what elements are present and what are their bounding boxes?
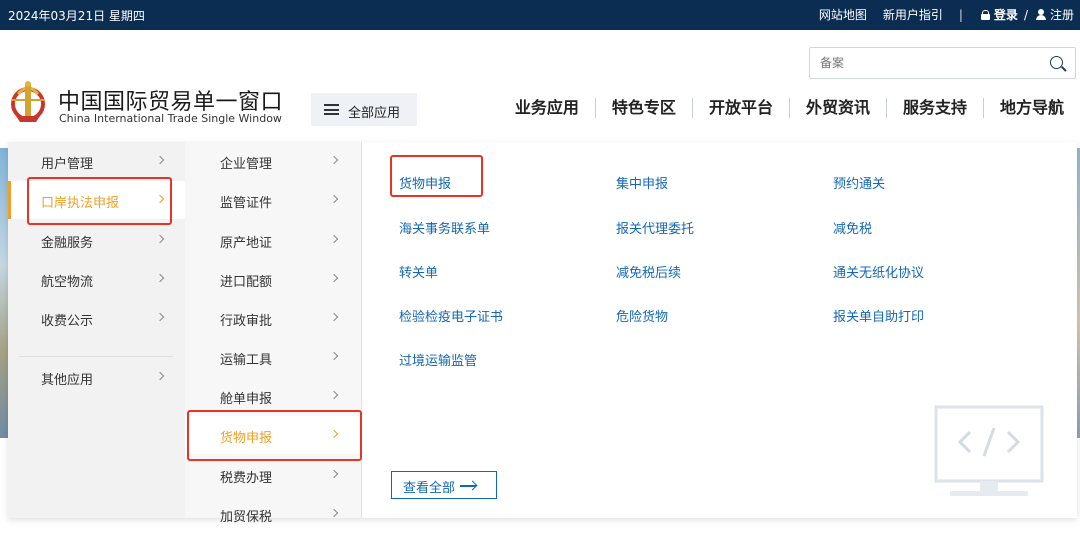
subcategory-certificate-of-origin[interactable]: 原产地证 bbox=[185, 221, 362, 259]
subcategory-column: 企业管理 监管证件 原产地证 进口配额 行政审批 运输工具 舱单申报 货物申报 … bbox=[185, 142, 362, 525]
subcategory-label: 监管证件 bbox=[220, 196, 273, 211]
link-tax-reduction-followup[interactable]: 减免税后续 bbox=[616, 262, 681, 281]
subcategory-label: 舱单申报 bbox=[220, 392, 273, 407]
category-financial-services[interactable]: 金融服务 bbox=[8, 221, 185, 259]
all-apps-button[interactable]: 全部应用 bbox=[311, 93, 417, 126]
subcategory-administrative-approval[interactable]: 行政审批 bbox=[185, 299, 362, 337]
subcategory-label: 运输工具 bbox=[220, 353, 273, 368]
subcategory-processing-trade-bonded[interactable]: 加贸保税 bbox=[185, 495, 362, 533]
subcategory-tax-processing[interactable]: 税费办理 bbox=[185, 456, 362, 494]
subcategory-import-quota[interactable]: 进口配额 bbox=[185, 260, 362, 298]
mega-menu: 用户管理 口岸执法申报 金融服务 航空物流 收费公示 其他应用 企业管理 监管证… bbox=[8, 142, 1077, 525]
hamburger-icon bbox=[324, 104, 339, 115]
category-label: 航空物流 bbox=[41, 275, 94, 290]
category-label: 其他应用 bbox=[41, 373, 94, 388]
subcategory-goods-declaration[interactable]: 货物申报 bbox=[185, 416, 362, 454]
main-nav: 业务应用 特色专区 开放平台 外贸资讯 服务支持 地方导航 bbox=[499, 98, 1064, 118]
login-link[interactable]: 登录 bbox=[994, 6, 1018, 23]
chevron-right-icon bbox=[155, 234, 165, 244]
category-label: 用户管理 bbox=[41, 157, 94, 172]
nav-open-platform[interactable]: 开放平台 bbox=[691, 98, 789, 118]
site-subtitle: China International Trade Single Window bbox=[59, 112, 282, 125]
search-icon[interactable] bbox=[1050, 56, 1063, 69]
nav-business-apps[interactable]: 业务应用 bbox=[499, 98, 595, 118]
link-goods-declaration[interactable]: 货物申报 bbox=[399, 173, 451, 192]
top-bar: 2024年03月21日 星期四 网站地图 新用户指引 | 登录 / 注册 bbox=[0, 0, 1080, 30]
nav-trade-news[interactable]: 外贸资讯 bbox=[788, 98, 886, 118]
top-links: 网站地图 新用户指引 | 登录 / 注册 bbox=[803, 6, 1074, 23]
subcategory-enterprise-management[interactable]: 企业管理 bbox=[185, 142, 362, 180]
user-icon bbox=[1035, 9, 1046, 20]
lock-icon bbox=[980, 9, 990, 20]
link-customs-affairs-contact[interactable]: 海关事务联系单 bbox=[399, 218, 490, 237]
category-user-management[interactable]: 用户管理 bbox=[8, 142, 185, 180]
link-self-print-declaration[interactable]: 报关单自助打印 bbox=[833, 306, 924, 325]
top-separator: | bbox=[958, 7, 963, 22]
register-link[interactable]: 注册 bbox=[1050, 6, 1074, 23]
chevron-right-icon bbox=[155, 194, 165, 204]
arrow-right-icon bbox=[460, 485, 476, 487]
subcategory-transport-vehicles[interactable]: 运输工具 bbox=[185, 338, 362, 376]
chevron-right-icon bbox=[329, 155, 339, 165]
link-tax-reduction[interactable]: 减免税 bbox=[833, 218, 872, 237]
link-paperless-agreement[interactable]: 通关无纸化协议 bbox=[833, 262, 924, 281]
category-label: 口岸执法申报 bbox=[41, 196, 120, 211]
chevron-right-icon bbox=[329, 429, 339, 439]
nav-local-navigation[interactable]: 地方导航 bbox=[982, 98, 1064, 118]
chevron-right-icon bbox=[329, 390, 339, 400]
category-divider bbox=[18, 356, 173, 357]
search-box bbox=[809, 47, 1076, 79]
subcategory-label: 行政审批 bbox=[220, 314, 273, 329]
chevron-right-icon bbox=[329, 234, 339, 244]
link-inspection-e-certificate[interactable]: 检验检疫电子证书 bbox=[399, 306, 503, 325]
all-apps-label: 全部应用 bbox=[348, 106, 401, 121]
new-user-guide-link[interactable]: 新用户指引 bbox=[883, 6, 943, 23]
category-air-logistics[interactable]: 航空物流 bbox=[8, 260, 185, 298]
link-dangerous-goods[interactable]: 危险货物 bbox=[616, 306, 668, 325]
chevron-right-icon bbox=[155, 273, 165, 283]
search-input[interactable] bbox=[810, 48, 1030, 78]
chevron-right-icon bbox=[329, 469, 339, 479]
background-banner-left bbox=[0, 148, 8, 438]
login-register-slash: / bbox=[1023, 7, 1028, 22]
view-all-label: 查看全部 bbox=[403, 481, 456, 496]
subcategory-label: 加贸保税 bbox=[220, 510, 273, 525]
subcategory-label: 货物申报 bbox=[220, 431, 273, 446]
sitemap-link[interactable]: 网站地图 bbox=[819, 6, 867, 23]
customs-emblem-logo[interactable] bbox=[8, 78, 48, 128]
chevron-right-icon bbox=[329, 508, 339, 518]
category-port-law-enforcement[interactable]: 口岸执法申报 bbox=[8, 181, 185, 219]
link-transit-transport-supervision[interactable]: 过境运输监管 bbox=[399, 350, 477, 369]
category-other-apps[interactable]: 其他应用 bbox=[8, 358, 185, 396]
code-illustration-icon bbox=[934, 405, 1044, 496]
chevron-right-icon bbox=[329, 312, 339, 322]
link-appointment-clearance[interactable]: 预约通关 bbox=[833, 173, 885, 192]
category-label: 金融服务 bbox=[41, 236, 94, 251]
subcategory-manifest-declaration[interactable]: 舱单申报 bbox=[185, 377, 362, 415]
chevron-right-icon bbox=[329, 351, 339, 361]
chevron-right-icon bbox=[155, 312, 165, 322]
chevron-right-icon bbox=[329, 194, 339, 204]
category-label: 收费公示 bbox=[41, 314, 94, 329]
current-date: 2024年03月21日 星期四 bbox=[8, 9, 145, 23]
subcategory-label: 原产地证 bbox=[220, 236, 273, 251]
chevron-right-icon bbox=[155, 155, 165, 165]
category-column: 用户管理 口岸执法申报 金融服务 航空物流 收费公示 其他应用 bbox=[8, 142, 185, 518]
link-customs-agency-entrust[interactable]: 报关代理委托 bbox=[616, 218, 694, 237]
subcategory-label: 税费办理 bbox=[220, 471, 273, 486]
link-centralized-declaration[interactable]: 集中申报 bbox=[616, 173, 668, 192]
subcategory-regulatory-certificates[interactable]: 监管证件 bbox=[185, 181, 362, 219]
subcategory-label: 进口配额 bbox=[220, 275, 273, 290]
view-all-button[interactable]: 查看全部 bbox=[391, 471, 497, 499]
link-transit-document[interactable]: 转关单 bbox=[399, 262, 438, 281]
chevron-right-icon bbox=[155, 371, 165, 381]
nav-service-support[interactable]: 服务支持 bbox=[885, 98, 983, 118]
subcategory-label: 企业管理 bbox=[220, 157, 273, 172]
nav-featured-zone[interactable]: 特色专区 bbox=[594, 98, 692, 118]
category-fee-disclosure[interactable]: 收费公示 bbox=[8, 299, 185, 337]
chevron-right-icon bbox=[329, 273, 339, 283]
